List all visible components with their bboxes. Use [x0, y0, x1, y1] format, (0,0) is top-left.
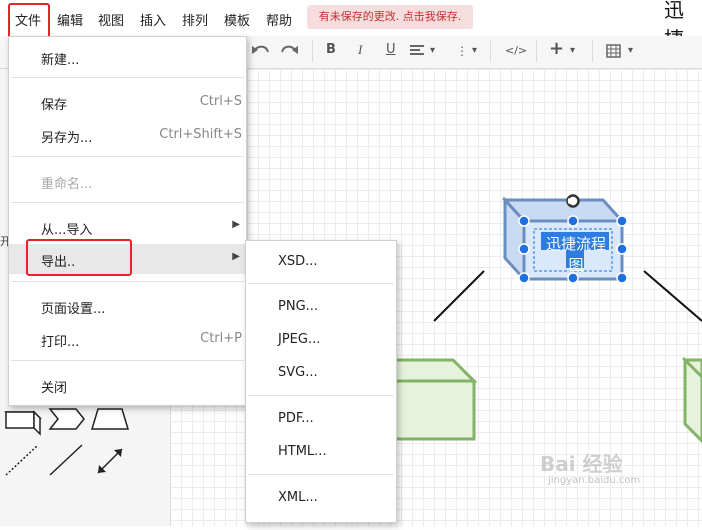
menu-item-label: 另存为... [41, 131, 93, 146]
green-cube-shape-right[interactable] [681, 356, 702, 444]
shortcut-label: Ctrl+S [199, 94, 242, 109]
redo-icon[interactable] [281, 45, 298, 54]
menu-item-label: 页面设置... [41, 302, 106, 317]
highlight-file-menu [8, 3, 50, 40]
dotted-line-icon[interactable] [5, 444, 39, 476]
menu-item-rename: 重命名... [9, 166, 246, 196]
menu-item-label: 关闭 [41, 381, 68, 396]
baidu-watermark-url: jingyan.baidu.com [548, 475, 641, 486]
export-svg[interactable]: SVG... [246, 359, 396, 389]
shortcut-label: Ctrl+P [200, 331, 242, 346]
menu-separator [11, 360, 244, 361]
export-xml[interactable]: XML... [246, 484, 396, 514]
baidu-watermark: Bai 经验 [540, 452, 623, 476]
menu-item-label: 新建... [41, 53, 80, 68]
menu-item-label: XSD... [278, 254, 318, 269]
highlight-export-item [26, 239, 132, 276]
trapezoid-shape-icon[interactable] [90, 408, 130, 430]
menu-item-label: PNG... [278, 299, 319, 314]
menu-arrange[interactable]: 排列 [182, 10, 208, 29]
add-dropdown-caret-icon[interactable]: ▾ [570, 45, 575, 56]
export-png[interactable]: PNG... [246, 293, 396, 323]
menu-separator [248, 395, 394, 396]
menu-item-new[interactable]: 新建... [9, 42, 246, 72]
menu-item-label: 从...导入 [41, 223, 93, 238]
menu-item-label: SVG... [278, 365, 318, 380]
undo-redo-icons [252, 45, 298, 54]
add-button[interactable]: + [549, 38, 564, 59]
shape-label: 迅捷流程图 [545, 235, 606, 274]
export-jpeg[interactable]: JPEG... [246, 326, 396, 356]
menu-template[interactable]: 模板 [224, 10, 250, 29]
menu-help[interactable]: 帮助 [266, 10, 292, 29]
submenu-arrow-icon: ▶ [232, 251, 240, 262]
menu-item-label: XML... [278, 490, 318, 505]
italic-button[interactable]: I [358, 42, 362, 58]
menu-separator [11, 281, 244, 282]
line-icon[interactable] [49, 444, 83, 476]
menu-item-label: 打印... [41, 335, 80, 350]
connector-right[interactable] [643, 270, 702, 322]
menu-view[interactable]: 视图 [98, 10, 124, 29]
menu-separator [248, 283, 394, 284]
menu-separator [11, 77, 244, 78]
export-pdf[interactable]: PDF... [246, 405, 396, 435]
menu-item-print[interactable]: 打印... Ctrl+P [9, 324, 246, 354]
more-format-icon[interactable]: ⋮ [456, 44, 468, 58]
toolbar-separator [536, 40, 537, 62]
connector-left[interactable] [433, 270, 485, 322]
menu-item-page-setup[interactable]: 页面设置... [9, 291, 246, 321]
undo-icon[interactable] [252, 45, 269, 54]
export-xsd[interactable]: XSD... [246, 248, 396, 278]
menu-separator [11, 156, 244, 157]
menubar: 文件 编辑 视图 插入 排列 模板 帮助 有未保存的更改. 点击我保存. 迅捷 [0, 0, 702, 51]
bold-button[interactable]: B [326, 42, 336, 57]
toolbar-separator [592, 40, 593, 62]
table-icon[interactable] [606, 44, 622, 60]
rotate-handle-icon[interactable] [566, 194, 580, 208]
toolbar-separator [312, 40, 313, 62]
menu-item-label: PDF... [278, 411, 314, 426]
code-button[interactable]: </> [505, 44, 527, 57]
menu-separator [248, 474, 394, 475]
underline-button[interactable]: U [386, 42, 396, 57]
toolbar-separator [490, 40, 491, 62]
shape-label-line1: 迅捷流程图 [542, 233, 610, 275]
submenu-arrow-icon: ▶ [232, 219, 240, 230]
menu-item-import[interactable]: 从...导入 ▶ [9, 212, 246, 242]
menu-item-save[interactable]: 保存 Ctrl+S [9, 87, 246, 117]
menu-item-label: 重命名... [41, 177, 93, 192]
unsaved-changes-notice[interactable]: 有未保存的更改. 点击我保存. [307, 5, 473, 29]
step-shape-icon[interactable] [48, 408, 85, 430]
shortcut-label: Ctrl+Shift+S [159, 127, 242, 142]
cube-shape-icon[interactable] [4, 410, 42, 436]
menu-item-label: 保存 [41, 98, 68, 113]
align-dropdown-caret-icon[interactable]: ▾ [430, 45, 435, 56]
export-html[interactable]: HTML... [246, 438, 396, 468]
menu-item-label: JPEG... [278, 332, 321, 347]
align-icon[interactable] [410, 44, 426, 58]
menu-item-label: HTML... [278, 444, 327, 459]
table-dropdown-caret-icon[interactable]: ▾ [628, 45, 633, 56]
export-submenu: XSD... PNG... JPEG... SVG... PDF... HTML… [245, 240, 397, 523]
menu-item-close[interactable]: 关闭 [9, 370, 246, 400]
menu-item-save-as[interactable]: 另存为... Ctrl+Shift+S [9, 120, 246, 150]
menu-edit[interactable]: 编辑 [57, 10, 83, 29]
menu-separator [11, 202, 244, 203]
file-menu-dropdown: 新建... 保存 Ctrl+S 另存为... Ctrl+Shift+S 重命名...… [8, 36, 247, 406]
bidirectional-arrow-icon[interactable] [97, 448, 123, 474]
more-format-caret-icon[interactable]: ▾ [472, 45, 477, 56]
menu-insert[interactable]: 插入 [140, 10, 166, 29]
